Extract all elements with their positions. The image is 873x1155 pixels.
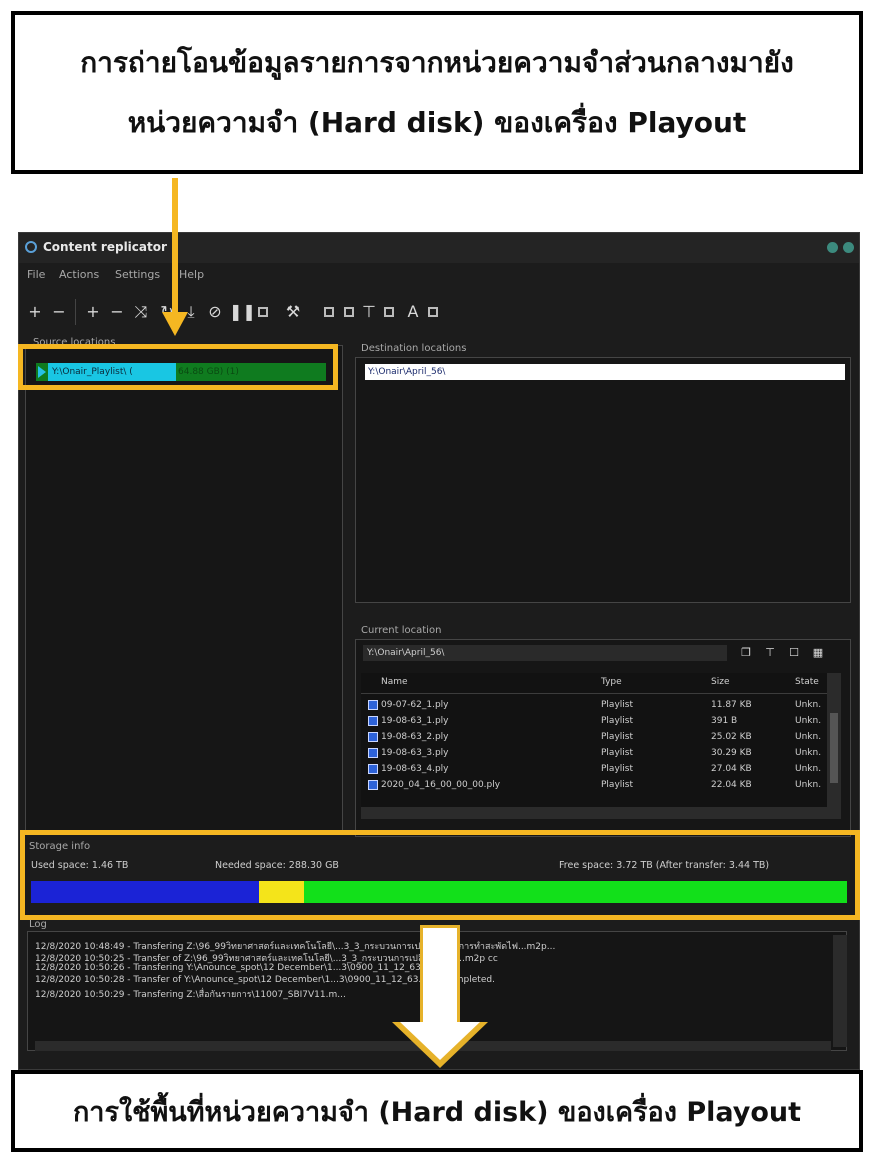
scroll-thumb[interactable] [830,713,838,783]
down-arrow-shaft [420,925,460,1025]
menu-settings[interactable]: Settings [115,268,160,281]
shuffle-icon[interactable]: ⤨ [131,301,151,323]
file-name: 09-07-62_1.ply [381,700,449,710]
grid-icon[interactable] [379,301,399,323]
file-type: Playlist [601,732,633,742]
file-table: Name Type Size State 09-07-62_1.ply Play… [361,673,841,819]
callout-top-line1: การถ่ายโอนข้อมูลรายการจากหน่วยความจำส่วน… [80,45,794,79]
current-location-path[interactable]: Y:\Onair\April_56\ [363,645,727,661]
file-state: Unkn. [795,748,822,758]
menu-file[interactable]: File [27,268,45,281]
monitor-icon[interactable] [423,301,443,323]
file-size: 27.04 KB [711,764,752,774]
file-name: 19-08-63_1.ply [381,716,449,726]
menu-bar: File Actions Settings Help [19,265,859,285]
source-highlight-box [18,344,338,390]
storage-highlight-box [20,830,860,920]
file-name: 2020_04_16_00_00_00.ply [381,780,501,790]
file-type: Playlist [601,780,633,790]
add-destination-icon[interactable]: + [83,301,103,323]
window-title: Content replicator [43,240,167,254]
file-type: Playlist [601,700,633,710]
table-row[interactable]: 19-08-63_1.ply Playlist 391 B Unkn. [361,713,827,729]
file-state: Unkn. [795,780,822,790]
log-vertical-scrollbar[interactable] [833,935,847,1047]
column-name[interactable]: Name [381,677,408,687]
table-row[interactable]: 19-08-63_4.ply Playlist 27.04 KB Unkn. [361,761,827,777]
font-icon[interactable]: A [403,301,423,323]
file-table-horizontal-scrollbar[interactable] [361,807,827,819]
file-state: Unkn. [795,716,822,726]
playlist-file-icon [368,780,378,790]
file-name: 19-08-63_3.ply [381,748,449,758]
stop-icon[interactable]: ⊘ [205,301,225,323]
minimize-button[interactable] [827,242,838,253]
file-type: Playlist [601,764,633,774]
destination-location-item[interactable]: Y:\Onair\April_56\ [365,364,845,380]
log-line: 12/8/2020 10:50:29 - Transfering Z:\สื่อ… [35,990,346,1000]
callout-top: การถ่ายโอนข้อมูลรายการจากหน่วยความจำส่วน… [11,11,863,174]
callout-bottom: การใช้พื้นที่หน่วยความจำ (Hard disk) ของ… [11,1070,863,1152]
document-icon[interactable] [339,301,359,323]
column-size[interactable]: Size [711,677,729,687]
file-state: Unkn. [795,700,822,710]
destination-locations-panel [355,357,851,603]
table-row[interactable]: 19-08-63_3.ply Playlist 30.29 KB Unkn. [361,745,827,761]
file-state: Unkn. [795,732,822,742]
file-type: Playlist [601,748,633,758]
pointer-arrow-shaft [172,178,178,314]
playlist-file-icon [368,732,378,742]
destination-locations-label: Destination locations [361,343,467,354]
log-label: Log [29,919,47,930]
playlist-file-icon [368,748,378,758]
column-state[interactable]: State [795,677,819,687]
header-divider [361,693,827,694]
table-row[interactable]: 19-08-63_2.ply Playlist 25.02 KB Unkn. [361,729,827,745]
file-type: Playlist [601,716,633,726]
edit-file-icon[interactable]: ☐ [785,645,803,661]
file-table-vertical-scrollbar[interactable] [827,673,841,819]
table-row[interactable]: 09-07-62_1.ply Playlist 11.87 KB Unkn. [361,697,827,713]
current-location-label: Current location [361,625,442,636]
copy-icon[interactable] [319,301,339,323]
file-size: 25.02 KB [711,732,752,742]
add-source-icon[interactable]: + [25,301,45,323]
source-locations-panel [25,345,343,833]
app-icon [25,241,37,253]
playlist-file-icon [368,716,378,726]
pointer-arrow-head [162,312,188,336]
toolbar-separator [75,299,76,325]
down-arrow-head-fill [400,1022,480,1060]
file-size: 391 B [711,716,738,726]
callout-bottom-text: การใช้พื้นที่หน่วยความจำ (Hard disk) ของ… [72,1096,802,1128]
playlist-file-icon [368,764,378,774]
column-type[interactable]: Type [601,677,622,687]
menu-actions[interactable]: Actions [59,268,99,281]
file-size: 30.29 KB [711,748,752,758]
remove-destination-icon[interactable]: − [107,301,127,323]
file-size: 11.87 KB [711,700,752,710]
pause-icon[interactable]: ❚❚ [229,301,256,323]
copy-file-icon[interactable]: ❐ [737,645,755,661]
playlist-file-icon [368,700,378,710]
file-size: 22.04 KB [711,780,752,790]
remove-source-icon[interactable]: − [49,301,69,323]
table-row[interactable]: 2020_04_16_00_00_00.ply Playlist 22.04 K… [361,777,827,793]
callout-top-line2: หน่วยความจำ (Hard disk) ของเครื่อง Playo… [127,105,747,139]
edit-icon[interactable] [253,301,273,323]
filter-icon[interactable]: ⊤ [359,301,379,323]
close-button[interactable] [843,242,854,253]
file-name: 19-08-63_2.ply [381,732,449,742]
tools-icon[interactable]: ⚒ [283,301,303,323]
menu-help[interactable]: Help [179,268,204,281]
title-bar: Content replicator [19,233,859,263]
file-state: Unkn. [795,764,822,774]
file-name: 19-08-63_4.ply [381,764,449,774]
delete-file-icon[interactable]: ▦ [809,645,827,661]
filter-file-icon[interactable]: ⊤ [761,645,779,661]
log-line: 12/8/2020 10:50:26 - Transfering Y:\Anou… [35,963,453,973]
toolbar: + − + − ⤨ ↻ ⤓ ⊘ ❚❚ ⚒ ⊤ A [19,289,859,335]
